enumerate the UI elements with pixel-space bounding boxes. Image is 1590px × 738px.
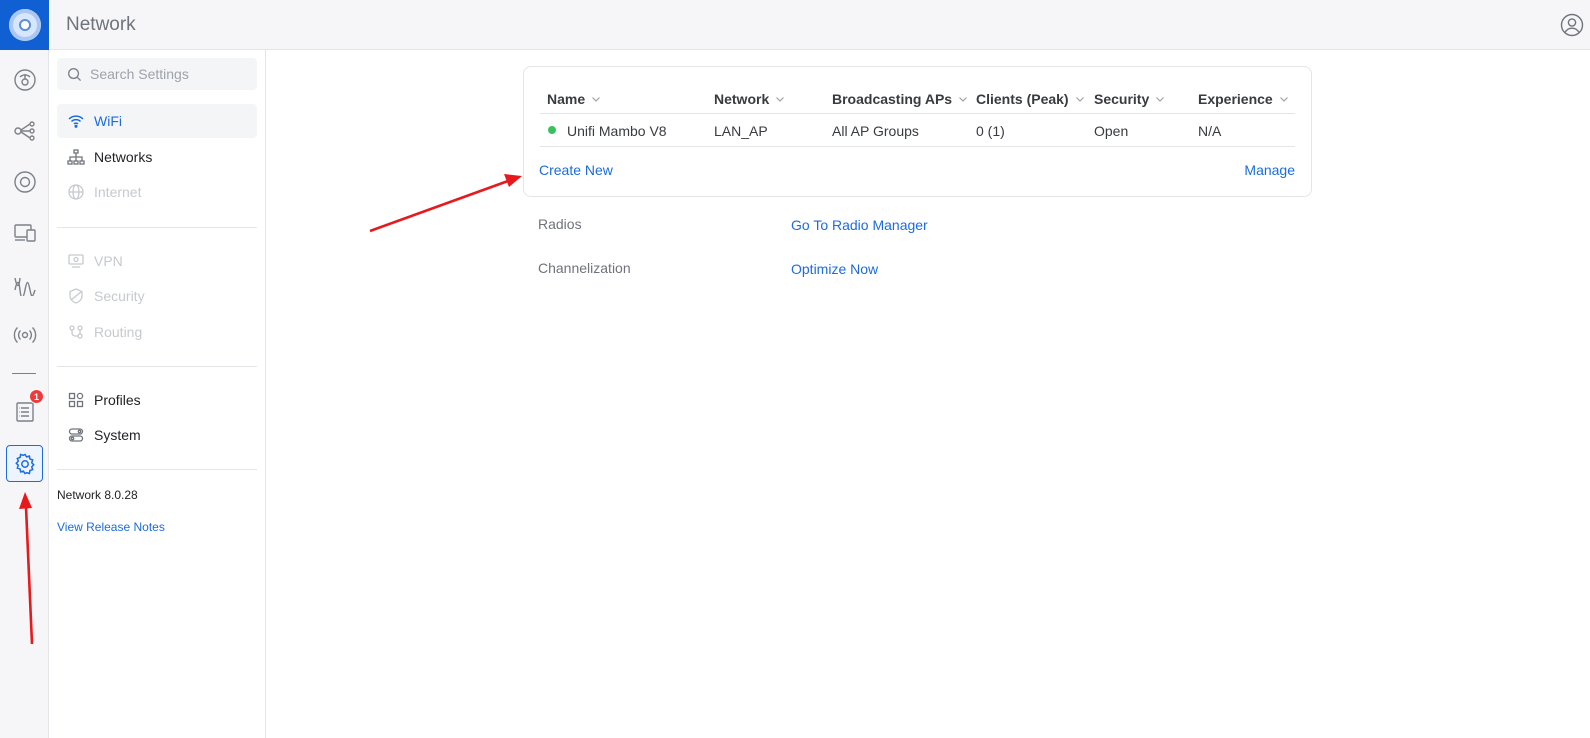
sidebar-item-label: Networks (94, 149, 153, 165)
alerts-icon[interactable]: 1 (8, 389, 44, 429)
column-header-experience[interactable]: Experience (1198, 91, 1289, 107)
chevron-down-icon (591, 94, 601, 104)
settings-sidebar: WiFi Networks Internet (49, 50, 266, 738)
release-notes-link[interactable]: View Release Notes (57, 520, 165, 534)
chevron-down-icon (958, 94, 968, 104)
vpn-icon (67, 252, 85, 270)
table-header-divider (540, 113, 1295, 114)
logo-circle-icon (8, 9, 41, 41)
column-header-label: Network (714, 91, 770, 107)
sidebar-item-internet[interactable]: Internet (57, 175, 257, 209)
create-new-button[interactable]: Create New (539, 162, 613, 178)
wifi-table-card: Name Network Broadcasting APs Clients (P… (523, 66, 1312, 197)
sidebar-item-label: Security (94, 288, 145, 304)
unifi-logo[interactable] (0, 0, 49, 50)
column-header-label: Broadcasting APs (832, 91, 953, 107)
optimize-now-link[interactable]: Optimize Now (791, 261, 878, 277)
sidebar-item-label: Profiles (94, 392, 141, 408)
sidebar-item-label: Routing (94, 324, 143, 340)
column-header-label: Experience (1198, 91, 1273, 107)
top-bar: Network (0, 0, 1590, 50)
column-header-security[interactable]: Security (1094, 91, 1165, 107)
column-header-label: Security (1094, 91, 1150, 107)
column-header-broadcasting-aps[interactable]: Broadcasting APs (832, 91, 968, 107)
dashboard-icon[interactable] (8, 63, 42, 97)
chevron-down-icon (1075, 94, 1085, 104)
sidebar-item-security[interactable]: Security (57, 279, 257, 313)
app-title: Network (66, 14, 136, 35)
system-icon (67, 426, 85, 444)
account-icon[interactable] (1560, 13, 1584, 37)
chevron-down-icon (1155, 94, 1165, 104)
search-settings[interactable] (57, 58, 257, 90)
channelization-label: Channelization (538, 260, 631, 276)
sidebar-item-networks[interactable]: Networks (57, 140, 257, 174)
column-header-label: Name (547, 91, 586, 107)
radios-icon[interactable] (8, 318, 42, 352)
sidebar-divider (57, 227, 257, 228)
sidebar-item-profiles[interactable]: Profiles (57, 383, 257, 417)
devices-icon[interactable] (8, 165, 42, 199)
cell-broadcasting-aps: All AP Groups (832, 123, 919, 139)
table-row-divider (540, 146, 1295, 147)
chevron-down-icon (775, 94, 785, 104)
sidebar-divider (57, 469, 257, 470)
settings-icon[interactable] (6, 445, 43, 482)
app-window: Network 1 Search Settings WiFi Networks … (0, 0, 1590, 738)
wifi-icon (67, 112, 85, 130)
radio-manager-link[interactable]: Go To Radio Manager (791, 217, 928, 233)
routing-icon (67, 323, 85, 341)
sidebar-item-label: VPN (94, 253, 123, 269)
cell-name: Unifi Mambo V8 (567, 123, 667, 139)
sidebar-item-vpn[interactable]: VPN (57, 244, 257, 278)
version-label: Network 8.0.28 (57, 488, 138, 502)
search-input[interactable] (90, 66, 250, 82)
app-rail: 1 (0, 50, 49, 738)
sidebar-item-label: System (94, 427, 141, 443)
column-header-network[interactable]: Network (714, 91, 785, 107)
chevron-down-icon (1279, 94, 1289, 104)
globe-icon (67, 183, 85, 201)
online-status-dot (548, 126, 556, 134)
sidebar-item-wifi[interactable]: WiFi (57, 104, 257, 138)
cell-experience: N/A (1198, 123, 1222, 139)
cell-clients: 0 (1) (976, 123, 1005, 139)
profiles-icon (67, 391, 85, 409)
sidebar-divider (57, 366, 257, 367)
manage-button[interactable]: Manage (1244, 162, 1295, 178)
topology-icon[interactable] (8, 114, 42, 148)
alerts-badge: 1 (29, 389, 44, 404)
rail-divider (12, 373, 36, 374)
sidebar-item-system[interactable]: System (57, 418, 257, 452)
column-header-name[interactable]: Name (547, 91, 601, 107)
sidebar-item-label: Internet (94, 184, 142, 200)
sidebar-item-label: WiFi (94, 113, 122, 129)
clients-icon[interactable] (8, 216, 42, 250)
column-header-label: Clients (Peak) (976, 91, 1069, 107)
insights-icon[interactable] (8, 267, 42, 301)
cell-network: LAN_AP (714, 123, 768, 139)
shield-icon (67, 287, 85, 305)
arrow-to-create-new (369, 174, 522, 233)
radios-label: Radios (538, 216, 582, 232)
sidebar-item-routing[interactable]: Routing (57, 315, 257, 349)
cell-security: Open (1094, 123, 1129, 139)
search-icon (68, 67, 82, 81)
column-header-clients[interactable]: Clients (Peak) (976, 91, 1085, 107)
networks-icon (67, 148, 85, 166)
